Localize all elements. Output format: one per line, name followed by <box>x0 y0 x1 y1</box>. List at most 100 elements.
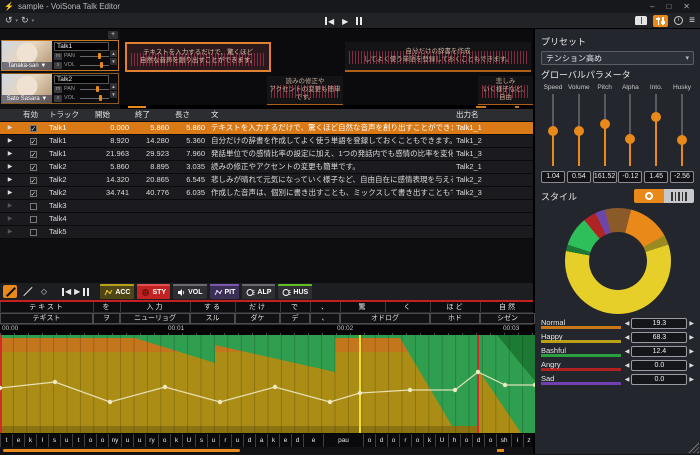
row-checkbox[interactable] <box>30 125 37 132</box>
phonetic-cell[interactable]: テギスト <box>0 313 93 324</box>
word-cell[interactable]: 、 <box>310 302 340 312</box>
volume-slider[interactable] <box>574 94 584 166</box>
style-graph-area[interactable] <box>0 335 533 433</box>
decrease-arrow[interactable]: ◀ <box>625 348 630 355</box>
solo-button[interactable]: s <box>54 95 62 102</box>
phoneme-cell[interactable]: o <box>363 434 375 447</box>
phoneme-cell[interactable]: s <box>48 434 60 447</box>
time-ruler[interactable]: 00:0000:0100:0200:03 <box>0 324 533 335</box>
phonetic-cell[interactable]: シゼン <box>480 313 535 324</box>
phoneme-cell[interactable]: o <box>460 434 472 447</box>
phoneme-cell[interactable]: d <box>472 434 484 447</box>
increase-arrow[interactable]: ▶ <box>689 334 694 341</box>
volume-slider[interactable] <box>80 95 109 102</box>
decrease-arrow[interactable]: ◀ <box>625 320 630 327</box>
alpha-toggle[interactable]: ALP <box>242 284 275 299</box>
table-row[interactable]: ▶ Talk2 34.741 40.776 6.035 作成した音声は、個別に書… <box>0 187 533 200</box>
editor-pause-button[interactable] <box>83 288 89 296</box>
phoneme-cell[interactable]: u <box>207 434 219 447</box>
editor-play-button[interactable]: ▶ <box>74 287 80 296</box>
word-cell[interactable]: 自然 <box>480 302 535 312</box>
decrease-arrow[interactable]: ◀ <box>625 334 630 341</box>
row-checkbox[interactable] <box>30 216 37 223</box>
menu-icon[interactable]: ≡ <box>689 16 695 26</box>
phoneme-cell[interactable]: o <box>411 434 423 447</box>
col-end[interactable]: 終了 <box>132 109 172 121</box>
phoneme-cell[interactable]: d <box>291 434 303 447</box>
increase-arrow[interactable]: ▶ <box>689 362 694 369</box>
col-length[interactable]: 長さ <box>172 109 208 121</box>
minimize-button[interactable]: – <box>650 2 654 11</box>
phoneme-cell[interactable]: u <box>133 434 145 447</box>
style-donut-chart[interactable] <box>565 208 671 314</box>
param-value[interactable]: -0.12 <box>618 171 642 183</box>
row-play-icon[interactable]: ▶ <box>8 135 13 147</box>
phoneme-cell[interactable]: u <box>60 434 72 447</box>
track-up-button[interactable]: ▲ <box>110 50 117 57</box>
style-value[interactable]: 68.3 <box>631 332 687 343</box>
phoneme-cell[interactable]: ny <box>108 434 121 447</box>
phoneme-cell[interactable]: s <box>195 434 207 447</box>
undo-dropdown-caret[interactable]: ▾ <box>16 18 19 24</box>
intonation-slider[interactable] <box>651 94 661 166</box>
phoneme-cell[interactable]: u <box>121 434 133 447</box>
timeline-clip[interactable]: 読みの修正や アクセントの変更も簡単です。 <box>267 76 343 106</box>
phoneme-cell[interactable]: e <box>279 434 291 447</box>
col-enabled[interactable]: 有効 <box>20 109 46 121</box>
increase-arrow[interactable]: ▶ <box>689 348 694 355</box>
voice-name[interactable]: Tanaka-san <box>8 63 39 69</box>
preset-select[interactable]: テンション高め ▾ <box>541 51 694 65</box>
diamond-tool[interactable]: ◇ <box>37 285 51 298</box>
phoneme-cell[interactable]: t <box>0 434 12 447</box>
voice-name[interactable]: Sato Sasara <box>7 96 40 102</box>
word-cell[interactable]: で <box>280 302 310 312</box>
table-row[interactable]: ▶ Talk4 <box>0 213 533 226</box>
row-play-icon[interactable]: ▶ <box>8 226 13 238</box>
phoneme-cell[interactable]: k <box>267 434 279 447</box>
line-tool[interactable] <box>20 285 34 298</box>
phonetic-cell[interactable]: ヲ <box>93 313 120 324</box>
phonetic-cell[interactable]: ダケ <box>235 313 280 324</box>
husky-slider[interactable] <box>677 94 687 166</box>
phoneme-cell[interactable]: U <box>435 434 448 447</box>
bars-view-toggle[interactable] <box>664 189 694 203</box>
phoneme-cell[interactable]: o <box>84 434 96 447</box>
dictionary-icon[interactable] <box>635 16 647 25</box>
table-row[interactable]: ▶ Talk1 0.000 5.860 5.860 テキストを入力するだけで、驚… <box>0 122 533 135</box>
phoneme-cell[interactable]: sh <box>496 434 511 447</box>
timeline[interactable]: テキストを入力するだけで、驚くほど 自然な音声を創り出すことができます。 自分だ… <box>120 29 533 109</box>
decrease-arrow[interactable]: ◀ <box>625 376 630 383</box>
editor-scrollbar[interactable] <box>0 447 533 454</box>
pause-button[interactable] <box>356 17 362 25</box>
style-toggle[interactable]: STY <box>137 284 170 299</box>
voice-avatar[interactable]: Tanaka-san ▼ <box>2 41 52 70</box>
pan-slider[interactable] <box>80 86 109 93</box>
mute-button[interactable]: m <box>54 86 62 93</box>
col-output[interactable]: 出力名 <box>453 109 533 121</box>
phoneme-cell[interactable]: pau <box>323 434 363 447</box>
play-button[interactable]: ▶ <box>342 17 348 26</box>
style-value[interactable]: 0.0 <box>631 360 687 371</box>
phoneme-cell[interactable]: e <box>12 434 24 447</box>
info-icon[interactable]: i <box>674 16 683 25</box>
decrease-arrow[interactable]: ◀ <box>625 362 630 369</box>
row-checkbox[interactable] <box>30 138 37 145</box>
maximize-button[interactable]: □ <box>666 2 671 11</box>
phoneme-cell[interactable]: u <box>231 434 243 447</box>
word-cell[interactable]: 驚 <box>340 302 385 312</box>
table-row[interactable]: ▶ Talk5 <box>0 226 533 239</box>
phoneme-cell[interactable]: I <box>36 434 48 447</box>
phoneme-cell[interactable]: h <box>448 434 460 447</box>
phoneme-cell[interactable]: r <box>399 434 411 447</box>
phoneme-cell[interactable]: i <box>511 434 523 447</box>
pitch-slider[interactable] <box>600 94 610 166</box>
phoneme-cell[interactable]: k <box>423 434 435 447</box>
phonetic-cell[interactable]: デ <box>280 313 310 324</box>
volume-toggle[interactable]: VOL <box>173 284 206 299</box>
voice-avatar[interactable]: Sato Sasara ▼ <box>2 74 52 103</box>
row-checkbox[interactable] <box>30 164 37 171</box>
phoneme-cell[interactable]: z <box>523 434 534 447</box>
phoneme-cell[interactable]: e <box>303 434 323 447</box>
track-down-button[interactable]: ▼ <box>110 91 117 98</box>
increase-arrow[interactable]: ▶ <box>689 320 694 327</box>
